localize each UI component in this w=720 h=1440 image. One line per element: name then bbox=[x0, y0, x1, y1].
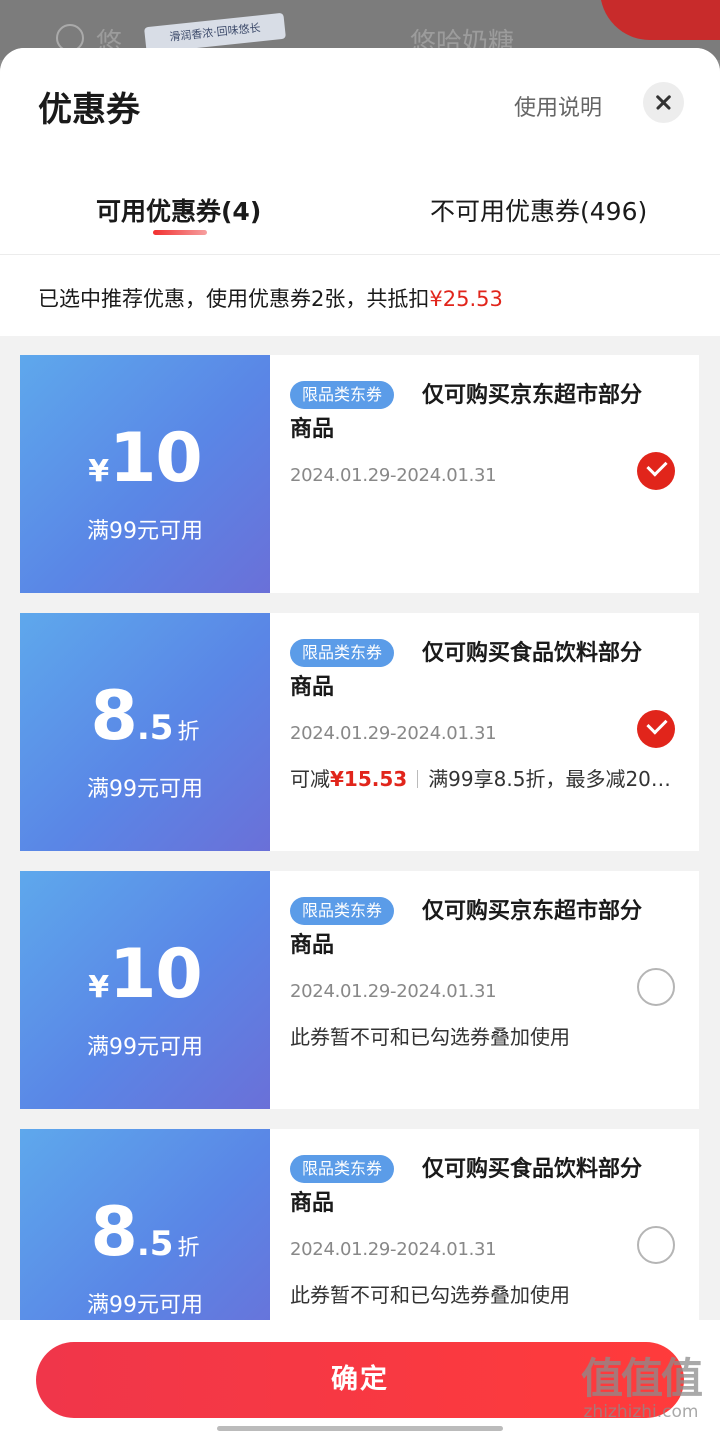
coupon-unit: 折 bbox=[177, 720, 200, 745]
coupon-value-panel: ¥10 满99元可用 bbox=[15, 871, 270, 1109]
coupon-note: 此券暂不可和已勾选券叠加使用 bbox=[290, 1283, 570, 1307]
tab-active-indicator bbox=[153, 230, 207, 235]
coupon-note: 可减¥15.53 满99享8.5折，最多减20… bbox=[290, 763, 671, 792]
coupon-condition: 满99元可用 bbox=[87, 1293, 203, 1318]
watermark-url: zhizhizhi.com bbox=[583, 1402, 699, 1422]
close-icon[interactable] bbox=[643, 82, 684, 123]
sheet-title: 优惠券 bbox=[38, 90, 140, 130]
coupon-tag: 限品类东券 bbox=[290, 639, 395, 667]
coupon-card[interactable]: ¥10 满99元可用 仅可购买京东超市部分商品 限品类东券 2024.01.29… bbox=[15, 355, 699, 593]
coupon-value: ¥10 bbox=[20, 935, 270, 1014]
tab-unavailable[interactable]: 不可用优惠券(496) bbox=[430, 192, 647, 228]
unchecked-circle-icon[interactable] bbox=[637, 968, 675, 1006]
summary-bar: 已选中推荐优惠，使用优惠券2张，共抵扣¥25.53 bbox=[0, 254, 720, 336]
home-indicator bbox=[217, 1426, 503, 1431]
coupon-card[interactable]: ¥10 满99元可用 仅可购买京东超市部分商品 限品类东券 2024.01.29… bbox=[15, 871, 699, 1109]
coupon-value: ¥10 bbox=[20, 419, 270, 498]
coupon-value: 8.5 折 bbox=[20, 677, 270, 756]
checked-icon[interactable] bbox=[637, 452, 675, 490]
coupon-sheet: 优惠券 使用说明 可用优惠券(4) 不可用优惠券(496) 已选中推荐优惠，使用… bbox=[0, 48, 720, 1440]
sheet-header: 优惠券 使用说明 可用优惠券(4) 不可用优惠券(496) bbox=[0, 48, 720, 254]
coupon-date: 2024.01.29-2024.01.31 bbox=[290, 723, 497, 744]
coupon-condition: 满99元可用 bbox=[87, 519, 203, 544]
coupon-condition: 满99元可用 bbox=[87, 1035, 203, 1060]
coupon-amount: 10 bbox=[109, 935, 203, 1014]
tab-available[interactable]: 可用优惠券(4) bbox=[96, 192, 261, 228]
summary-prefix: 已选中推荐优惠，使用优惠券2张，共抵扣 bbox=[38, 287, 430, 311]
watermark-logo: 值值值 bbox=[580, 1354, 703, 1403]
coupon-amount-decimal: .5 bbox=[136, 1224, 174, 1264]
summary-text: 已选中推荐优惠，使用优惠券2张，共抵扣¥25.53 bbox=[38, 283, 503, 313]
coupon-note-amount: ¥15.53 bbox=[330, 767, 408, 791]
coupon-currency: ¥ bbox=[88, 454, 110, 489]
coupon-tag: 限品类东券 bbox=[290, 897, 395, 925]
coupon-date: 2024.01.29-2024.01.31 bbox=[290, 981, 497, 1002]
coupon-condition: 满99元可用 bbox=[87, 777, 203, 802]
coupon-value-panel: 8.5 折 满99元可用 bbox=[15, 613, 270, 851]
coupon-note: 此券暂不可和已勾选券叠加使用 bbox=[290, 1025, 570, 1049]
summary-amount: ¥25.53 bbox=[429, 287, 503, 311]
help-link[interactable]: 使用说明 bbox=[514, 90, 602, 122]
coupon-tag: 限品类东券 bbox=[290, 1155, 395, 1183]
coupon-amount: 8 bbox=[90, 1193, 138, 1272]
coupon-note-prefix: 可减 bbox=[290, 767, 330, 791]
watermark: 值值值 zhizhizhi.com bbox=[566, 1354, 716, 1423]
coupon-date: 2024.01.29-2024.01.31 bbox=[290, 465, 497, 486]
coupon-note-detail: 满99享8.5折，最多减20… bbox=[428, 767, 671, 791]
coupon-amount: 8 bbox=[90, 677, 138, 756]
background-red-banner bbox=[600, 0, 720, 40]
coupon-amount: 10 bbox=[109, 419, 203, 498]
coupon-value: 8.5 折 bbox=[20, 1193, 270, 1272]
unchecked-circle-icon[interactable] bbox=[637, 1226, 675, 1264]
coupon-currency: ¥ bbox=[88, 970, 110, 1005]
coupon-value-panel: ¥10 满99元可用 bbox=[15, 355, 270, 593]
note-divider bbox=[417, 770, 419, 788]
coupon-unit: 折 bbox=[177, 1236, 200, 1261]
checked-icon[interactable] bbox=[637, 710, 675, 748]
coupon-card[interactable]: 8.5 折 满99元可用 仅可购买食品饮料部分商品 限品类东券 2024.01.2… bbox=[15, 613, 699, 851]
coupon-date: 2024.01.29-2024.01.31 bbox=[290, 1239, 497, 1260]
coupon-amount-decimal: .5 bbox=[136, 708, 174, 748]
coupon-tag: 限品类东券 bbox=[290, 381, 395, 409]
